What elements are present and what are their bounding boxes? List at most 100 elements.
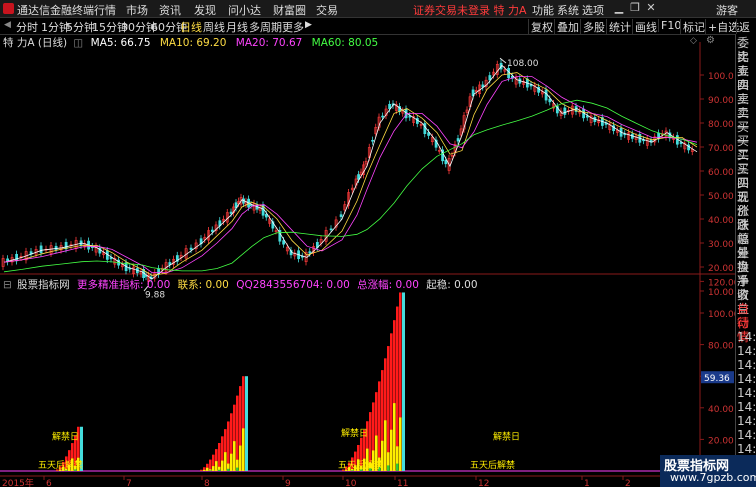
side-panel-item: 14:5: [737, 372, 756, 386]
indicator-annotation: 解禁日: [493, 430, 520, 442]
ma5-line: [3, 64, 698, 280]
current-value-label: 59.36: [704, 374, 730, 384]
indicator-field-1: 更多精准指标: 0.00: [77, 279, 171, 291]
indicator-settings-icon[interactable]: ⊟: [3, 279, 12, 291]
watermark-url: www.7gpzb.com: [670, 471, 756, 484]
tool-tongji[interactable]: 统计: [606, 19, 633, 35]
x-axis-label: 2015年: [2, 477, 34, 487]
candle-body: [381, 115, 385, 118]
ma20-value: MA20: 70.67: [235, 37, 303, 49]
indicator-bar-cyan: [402, 292, 405, 471]
indicator-annotation: 五天后解禁: [338, 459, 383, 471]
indicator-bar-green: [387, 465, 390, 471]
menu-shichang[interactable]: 市场: [126, 2, 148, 18]
indicator-bar-green: [227, 468, 230, 471]
indicator-bar-yellow: [239, 445, 242, 471]
ma-legend: 特 力A (日线) ◫ MA5: 66.75 MA10: 69.20 MA20:…: [0, 35, 378, 49]
indicator-field-3: QQ2843556704: 0.00: [236, 279, 350, 291]
indicator-bar-yellow: [233, 441, 236, 471]
expand-icon[interactable]: ◇: [690, 36, 697, 46]
indicator-annotation: 五天后解禁: [470, 459, 515, 471]
tool-biaoji[interactable]: 标记: [680, 19, 707, 35]
side-panel-item: 14:5: [737, 330, 756, 344]
price-tick-label: 100.0: [708, 72, 734, 82]
x-axis-label: 11: [397, 479, 408, 487]
login-notice[interactable]: 证券交易未登录 特 力A: [413, 2, 527, 18]
x-axis-label: 2: [625, 479, 631, 487]
price-tick-label: 30.00: [708, 240, 734, 250]
price-tick-label: 70.00: [708, 144, 734, 154]
menu-zixun[interactable]: 资讯: [159, 2, 181, 18]
menu-wenxiaoda[interactable]: 问小达: [228, 2, 261, 18]
menu-caifuquan[interactable]: 财富圈: [273, 2, 306, 18]
tab-fenshi[interactable]: 分时: [16, 19, 38, 35]
indicator-bar-green: [209, 470, 212, 471]
price-tick-label: 60.00: [708, 168, 734, 178]
period-toolbar: ◀ 分时 1分钟 5分钟 15分钟 30分钟 60分钟 日线 周线 月线 多周期…: [0, 18, 756, 51]
indicator-tick-label: 80.00: [708, 342, 734, 352]
tab-5min[interactable]: 5分钟: [66, 19, 95, 35]
kline-chart-area[interactable]: 100.0 90.00 80.00 70.00 60.00 50.00 40.00 30.00…: [0, 34, 735, 487]
indicator-bar-yellow: [393, 403, 396, 471]
ma10-value: MA10: 69.20: [159, 37, 227, 49]
menu-gongneng[interactable]: 功能: [532, 2, 554, 18]
chevron-left-icon[interactable]: ◀: [4, 20, 11, 30]
menu-xitong[interactable]: 系统: [557, 2, 579, 18]
tool-diejia[interactable]: 叠加: [554, 19, 581, 35]
chevron-right-icon[interactable]: ▶: [305, 20, 312, 30]
candle-body: [229, 211, 233, 214]
candle-body: [189, 247, 193, 250]
candle-body: [54, 245, 58, 250]
x-axis-label: 1: [584, 479, 590, 487]
tab-more[interactable]: 更多: [282, 19, 304, 35]
indicator-field-4: 总涨幅: 0.00: [357, 279, 419, 291]
restore-icon[interactable]: ❐: [628, 1, 642, 15]
candle-body: [388, 103, 392, 110]
indicator-bar-yellow: [224, 452, 227, 471]
menu-xuanxiang[interactable]: 选项: [582, 2, 604, 18]
guest-label[interactable]: 游客: [716, 2, 738, 18]
tool-duogu[interactable]: 多股: [580, 19, 607, 35]
tab-multi-period[interactable]: 多周期: [249, 19, 282, 35]
x-axis-label: 9: [285, 479, 291, 487]
close-icon[interactable]: ✕: [644, 1, 658, 15]
indicator-bar-yellow: [212, 466, 215, 471]
settings-gear-icon[interactable]: ⚙: [706, 35, 715, 46]
indicator-tick-label: 120.00: [708, 278, 735, 288]
settings-icon[interactable]: ◫: [73, 37, 83, 49]
title-bar: 通达信金融终端 行情 市场 资讯 发现 问小达 财富圈 交易 证券交易未登录 特…: [0, 0, 756, 18]
tab-weekly[interactable]: 周线: [203, 19, 225, 35]
tool-fuquan[interactable]: 复权: [528, 19, 555, 35]
tool-huaxian[interactable]: 画线: [632, 19, 659, 35]
menu-jiaoyi[interactable]: 交易: [316, 2, 338, 18]
indicator-tick-label: 100.00: [708, 310, 735, 320]
x-axis-label: 10: [345, 479, 357, 487]
indicator-name: 股票指标网: [17, 279, 70, 291]
candle-body: [488, 75, 492, 81]
ma10-line: [3, 72, 698, 276]
indicator-annotation: 解禁日: [52, 430, 79, 442]
price-tick-label: 40.00: [708, 216, 734, 226]
side-panel-item: 14:5: [737, 400, 756, 414]
tab-monthly[interactable]: 月线: [226, 19, 248, 35]
candle-body: [39, 245, 43, 254]
ma20-line: [3, 76, 698, 273]
menu-faxian[interactable]: 发现: [194, 2, 216, 18]
indicator-bar-yellow: [221, 460, 224, 471]
indicator-tick-label: 40.00: [708, 405, 734, 415]
indicator-field-2: 联系: 0.00: [177, 279, 229, 291]
indicator-bar-yellow: [230, 453, 233, 471]
candle-body: [456, 138, 460, 142]
side-panel-item: 14:5: [737, 344, 756, 358]
app-logo-icon: [3, 3, 14, 14]
app-title: 通达信金融终端: [17, 4, 94, 17]
x-axis-label: 8: [204, 479, 210, 487]
quote-side-panel[interactable]: 委比 卖五 卖四 卖三 卖二 卖一 买一 买二 买三 买四 买五 现价 涨跌 涨幅 总量 外盘 换手 净资 收益 自动…: [735, 34, 756, 487]
tab-daily[interactable]: 日线: [180, 19, 202, 35]
indicator-annotation: 解禁日: [341, 427, 368, 439]
minimize-icon[interactable]: ▁: [612, 1, 626, 15]
menu-hangqing[interactable]: 行情: [94, 2, 116, 18]
indicator-bar-yellow: [203, 469, 206, 471]
price-tick-label: 50.00: [708, 192, 734, 202]
candle-body: [563, 107, 567, 115]
